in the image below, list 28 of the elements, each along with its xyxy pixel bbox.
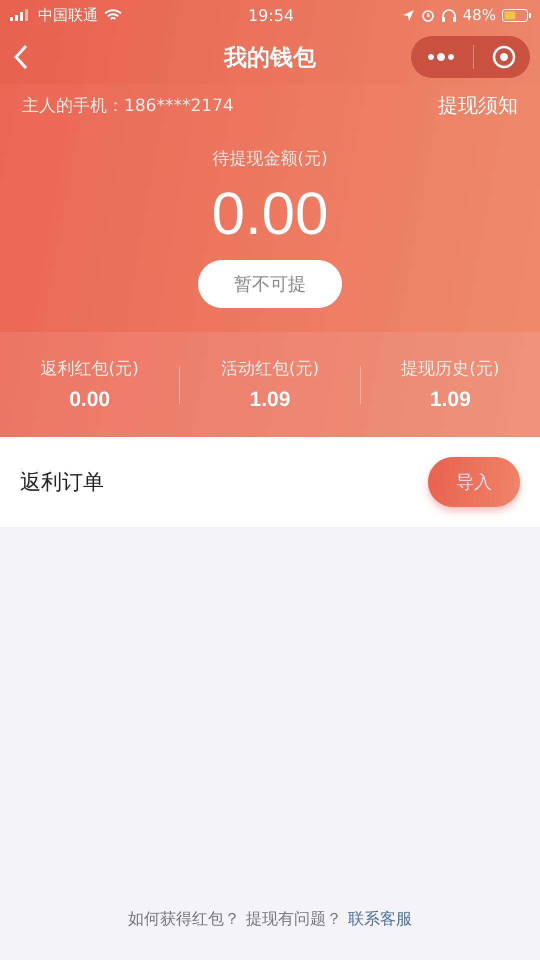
owner-phone: 主人的手机：186****2174 (22, 95, 234, 117)
contact-link[interactable]: 联系客服 (348, 909, 412, 930)
section-title: 返利订单 (20, 469, 104, 496)
page-title: 我的钱包 (224, 44, 316, 72)
headphones-icon (440, 8, 457, 22)
location-icon (402, 8, 415, 22)
help-text: 提现有问题？ (246, 909, 342, 930)
back-icon[interactable] (14, 44, 28, 70)
stat-value: 1.09 (430, 388, 471, 412)
more-icon[interactable] (427, 53, 455, 61)
capsule-menu[interactable] (411, 36, 530, 78)
balance-label: 待提现金额(元) (212, 148, 328, 170)
stat-value: 0.00 (69, 388, 110, 412)
stat-label: 返利红包(元) (40, 358, 139, 380)
stat-label: 活动红包(元) (220, 358, 320, 380)
import-button[interactable]: 导入 (428, 457, 520, 507)
wifi-icon (104, 8, 122, 22)
notice-link[interactable]: 提现须知 (438, 92, 518, 119)
alarm-icon (420, 8, 435, 22)
close-icon[interactable] (492, 45, 516, 69)
balance-amount: 0.00 (212, 179, 328, 249)
battery-percent: 48% (462, 6, 496, 24)
carrier-name: 中国联通 (38, 6, 98, 24)
stat-label: 提现历史(元) (401, 358, 500, 380)
battery-icon (502, 8, 532, 22)
stat-value: 1.09 (250, 388, 290, 412)
help-text: 如何获得红包？ (128, 909, 240, 930)
status-time: 19:54 (248, 6, 294, 24)
